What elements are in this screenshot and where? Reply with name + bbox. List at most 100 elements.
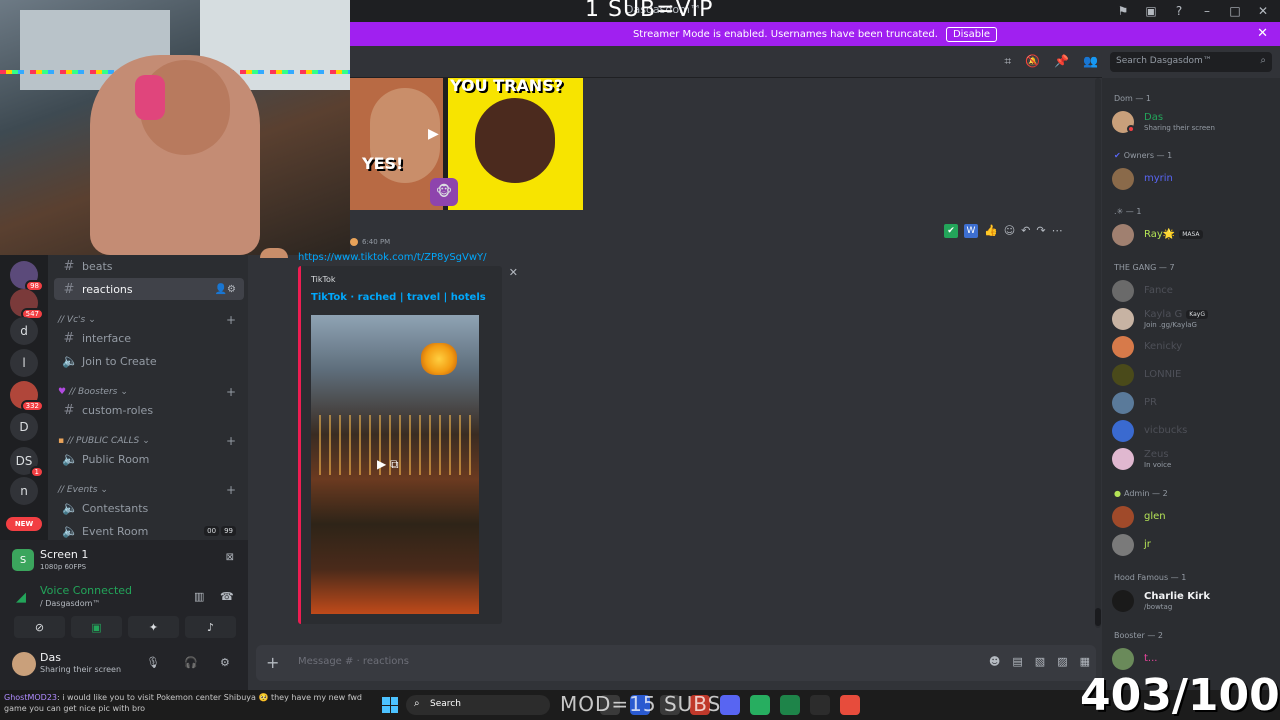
chrome-icon[interactable] <box>750 695 770 715</box>
app-icon[interactable] <box>810 695 830 715</box>
server-icon[interactable]: 98 <box>10 261 44 292</box>
member-vicbucks[interactable]: vicbucks <box>1112 419 1276 443</box>
video-thumbnail[interactable]: YOU TRANS? YES! ▶ 🐵 <box>350 78 583 210</box>
member-jr[interactable]: jr <box>1112 533 1276 557</box>
add-reaction-icon[interactable]: ☺ <box>1004 224 1015 238</box>
member-lonnie[interactable]: LONNIE <box>1112 363 1276 387</box>
w-reaction-icon[interactable]: W <box>964 224 978 238</box>
emoji-icon[interactable]: ▦ <box>1080 655 1090 668</box>
soundboard-icon[interactable]: ♪ <box>185 616 236 638</box>
user-panel[interactable]: Das Sharing their screen 🎙 🎧 ⚙ <box>8 650 240 682</box>
message-input[interactable]: Message # · reactions <box>298 656 409 667</box>
checkmark-reaction-icon[interactable]: ✔ <box>944 224 958 238</box>
notification-bell-icon[interactable]: 🔕 <box>1025 54 1040 69</box>
member-fance[interactable]: Fance <box>1112 279 1276 303</box>
voice-status[interactable]: Voice Connected <box>40 584 132 597</box>
attach-plus-icon[interactable]: + <box>266 653 279 672</box>
minimize-icon[interactable]: – <box>1198 2 1216 20</box>
avatar[interactable] <box>260 248 288 258</box>
member-pr[interactable]: PR <box>1112 391 1276 415</box>
add-channel-icon[interactable]: + <box>226 313 236 327</box>
member-booster[interactable]: t... <box>1112 647 1276 671</box>
close-icon[interactable]: ✕ <box>1254 2 1272 20</box>
gif-icon[interactable]: ▤ <box>1012 655 1022 668</box>
category-boosters[interactable]: ♥// Boosters ⌄ + <box>58 384 248 400</box>
message-link[interactable]: https://www.tiktok.com/t/ZP8ySgVwY/ <box>298 252 487 263</box>
category-events[interactable]: // Events ⌄ + <box>58 482 248 498</box>
play-icon[interactable]: ▶ <box>428 126 439 142</box>
reply-icon[interactable]: ↶ <box>1021 224 1030 238</box>
pin-icon[interactable]: 📌 <box>1054 54 1069 69</box>
play-icon[interactable]: ▶ ⧉ <box>377 457 399 472</box>
channel-reactions[interactable]: # reactions 👤⚙ <box>54 278 244 300</box>
message-composer[interactable]: + Message # · reactions ☻ ▤ ▧ ▨ ▦ <box>256 645 1096 681</box>
member-kenicky[interactable]: Kenicky <box>1112 335 1276 359</box>
member-glen[interactable]: glen <box>1112 505 1276 529</box>
member-ray[interactable]: Ray🌟 MASA <box>1112 223 1276 247</box>
screen-share-toggle-icon[interactable]: ▣ <box>71 616 122 638</box>
channel-interface[interactable]: # interface <box>54 327 244 349</box>
more-options-icon[interactable]: ⋯ <box>1052 224 1063 238</box>
threads-icon[interactable]: ⌗ <box>1004 54 1011 69</box>
member-kayla[interactable]: Kayla G KayG Join .gg/KaylaG <box>1112 307 1276 331</box>
channel-public-room[interactable]: 🔈 Public Room <box>54 448 244 470</box>
thumbs-up-reaction-icon[interactable]: 👍 <box>984 224 998 238</box>
member-charlie-kirk[interactable]: Charlie Kirk/bowtag <box>1112 589 1276 613</box>
add-channel-icon[interactable]: + <box>226 483 236 497</box>
activities-icon[interactable]: ✦ <box>128 616 179 638</box>
maximize-icon[interactable]: □ <box>1226 2 1244 20</box>
embed-video[interactable]: ▶ ⧉ <box>311 315 479 614</box>
headphones-icon[interactable]: 🎧 <box>184 656 198 669</box>
member-zeus[interactable]: Zeus In voice <box>1112 447 1276 471</box>
camera-off-icon[interactable]: ⊘ <box>14 616 65 638</box>
member-myrin[interactable]: myrin <box>1112 167 1276 191</box>
member-name: glen <box>1144 511 1166 522</box>
apps-icon[interactable]: ☻ <box>989 655 1000 668</box>
server-icon-d[interactable]: d <box>10 317 38 345</box>
microphone-icon[interactable]: 🎙 <box>146 656 160 669</box>
windows-start-icon[interactable] <box>382 697 398 713</box>
app-icon[interactable] <box>780 695 800 715</box>
add-channel-icon[interactable]: + <box>226 434 236 448</box>
voice-server[interactable]: / Dasgasdom™ <box>40 599 100 608</box>
taskbar-search[interactable]: ⌕ Search <box>406 695 550 715</box>
app-icon[interactable] <box>840 695 860 715</box>
category-vcs[interactable]: // Vc's ⌄ + <box>58 312 248 328</box>
help-icon[interactable]: ? <box>1170 2 1188 20</box>
member-list-icon[interactable]: 👥 <box>1083 54 1098 69</box>
disable-button[interactable]: Disable <box>945 26 998 42</box>
search-input[interactable]: Search Dasgasdom™ ⌕ <box>1110 52 1272 72</box>
noise-suppression-icon[interactable]: ▥ <box>194 590 204 603</box>
screen-icon[interactable]: ▣ <box>1142 2 1160 20</box>
scrollbar-thumb[interactable] <box>1095 608 1101 626</box>
server-icon-DS[interactable]: DS 1 <box>10 447 44 478</box>
channel-contestants[interactable]: 🔈 Contestants <box>54 497 244 519</box>
category-public-calls[interactable]: ▪// PUBLIC CALLS ⌄ + <box>58 433 248 449</box>
server-icon-n[interactable]: n <box>10 477 38 505</box>
server-icon-l[interactable]: l <box>10 349 38 377</box>
server-icon[interactable]: 332 <box>10 381 44 412</box>
close-banner-icon[interactable]: ✕ <box>1257 26 1268 41</box>
chat-scrollbar[interactable] <box>1095 78 1101 628</box>
forward-icon[interactable]: ↷ <box>1036 224 1045 238</box>
channel-settings-icon[interactable]: 👤⚙ <box>215 284 236 295</box>
settings-gear-icon[interactable]: ⚙ <box>220 656 230 669</box>
add-channel-icon[interactable]: + <box>226 385 236 399</box>
remove-embed-icon[interactable]: ✕ <box>509 266 518 279</box>
inbox-icon[interactable]: ⚑ <box>1114 2 1132 20</box>
screen-share-card[interactable]: S Screen 1 1080p 60FPS ⊠ <box>8 546 240 576</box>
image-icon[interactable]: ▨ <box>1057 655 1067 668</box>
sticker-icon[interactable]: ▧ <box>1035 655 1045 668</box>
new-badge[interactable]: NEW <box>6 517 42 531</box>
channel-event-room[interactable]: 🔈 Event Room 00 99 <box>54 520 244 542</box>
channel-custom-roles[interactable]: # custom-roles <box>54 399 244 421</box>
disconnect-icon[interactable]: ☎ <box>220 590 234 603</box>
stop-stream-icon[interactable]: ⊠ <box>226 552 234 563</box>
discord-app-icon[interactable] <box>720 695 740 715</box>
server-icon[interactable]: 547 <box>10 289 44 320</box>
channel-join-to-create[interactable]: 🔈 Join to Create <box>54 350 244 372</box>
member-das[interactable]: Das Sharing their screen <box>1112 110 1276 134</box>
channel-beats[interactable]: # beats <box>54 255 244 277</box>
embed-title[interactable]: TikTok · rached | travel | hotels <box>311 292 486 303</box>
server-icon-D[interactable]: D <box>10 413 38 441</box>
